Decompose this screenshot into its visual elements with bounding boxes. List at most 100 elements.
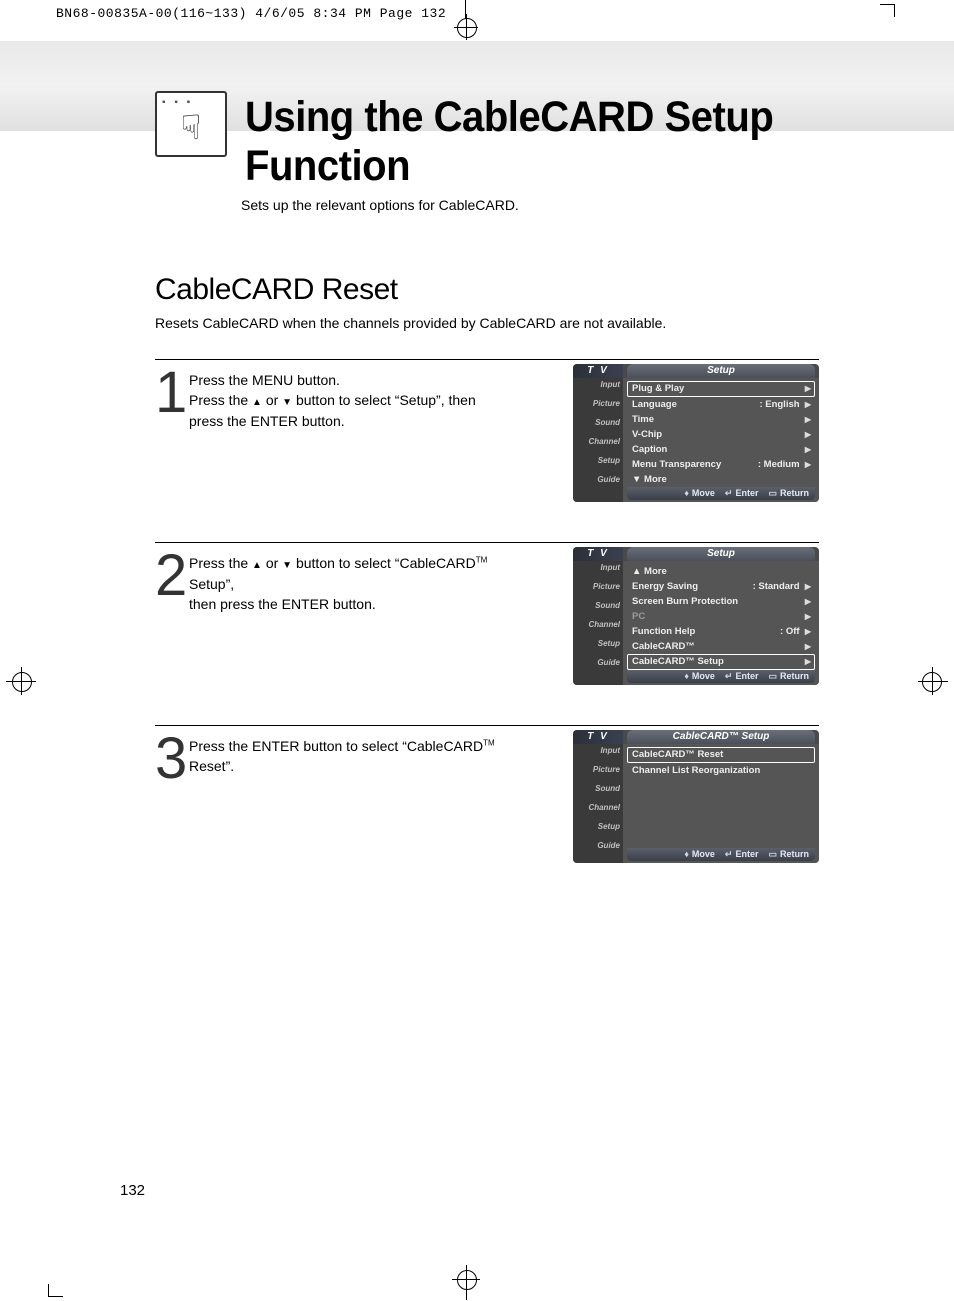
osd-row: Language: English ▶ (627, 397, 815, 412)
osd-side-item: Setup (573, 454, 623, 473)
step-number: 3 (155, 734, 189, 783)
osd-side-item: Guide (573, 839, 623, 858)
step-instructions: Press the ENTER button to select “CableC… (189, 734, 539, 777)
crop-mark (466, 1265, 467, 1300)
osd-row: Function Help: Off ▶ (627, 624, 815, 639)
osd-row: ▲ More (627, 564, 815, 579)
page-number: 132 (120, 1182, 145, 1199)
osd-title: Setup (627, 547, 815, 561)
osd-side-item: Picture (573, 580, 623, 599)
osd-side-item: Sound (573, 416, 623, 435)
crop-mark (457, 1270, 477, 1290)
text: press the ENTER button. (189, 413, 345, 429)
step-1: 1 Press the MENU button. Press the ▲ or … (155, 359, 819, 518)
print-job-header: BN68-00835A-00(116~133) 4/6/05 8:34 PM P… (0, 0, 954, 21)
osd-sidebar: Input Picture Sound Channel Setup Guide (573, 378, 623, 502)
osd-side-item: Channel (573, 435, 623, 454)
osd-footer: ♦Move ↵Enter ▭Return (627, 848, 815, 861)
osd-row: Menu Transparency: Medium ▶ (627, 457, 815, 472)
section-title: CableCARD Reset (155, 273, 819, 307)
step-number: 1 (155, 368, 189, 417)
osd-row: ▼ More (627, 472, 815, 487)
updown-icon: ♦ (684, 850, 689, 859)
osd-row: CableCARD™▶ (627, 639, 815, 654)
osd-row: Caption▶ (627, 442, 815, 457)
osd-row: Energy Saving: Standard ▶ (627, 579, 815, 594)
hand-icon: ☟ (181, 108, 202, 148)
osd-side-item: Setup (573, 637, 623, 656)
enter-icon: ↵ (725, 850, 733, 859)
right-arrow-icon: ▶ (805, 658, 811, 666)
osd-side-item: Input (573, 561, 623, 580)
right-arrow-icon: ▶ (805, 643, 811, 651)
up-triangle-icon: ▲ (252, 560, 262, 571)
right-arrow-icon: ▶ (805, 446, 811, 454)
text: Setup”, (189, 576, 234, 592)
osd-row: CableCARD™ Reset (627, 747, 815, 763)
right-arrow-icon: ▶ (805, 627, 811, 636)
section-description: Resets CableCARD when the channels provi… (155, 315, 819, 331)
osd-row: Plug & Play▶ (627, 381, 815, 397)
osd-side-item: Channel (573, 801, 623, 820)
crop-mark (880, 4, 895, 17)
page-subtitle: Sets up the relevant options for CableCA… (241, 197, 819, 213)
osd-row: Screen Burn Protection▶ (627, 594, 815, 609)
osd-tv-label: T V (573, 547, 623, 561)
osd-side-item: Guide (573, 656, 623, 675)
enter-icon: ↵ (725, 672, 733, 681)
osd-sidebar: Input Picture Sound Channel Setup Guide (573, 561, 623, 685)
osd-tv-label: T V (573, 364, 623, 378)
text: Press the (189, 555, 252, 571)
osd-screenshot-3: T V CableCARD™ Setup Input Picture Sound… (573, 730, 819, 863)
crop-mark (457, 18, 477, 38)
right-arrow-icon: ▶ (805, 431, 811, 439)
right-arrow-icon: ▶ (805, 613, 811, 621)
step-3: 3 Press the ENTER button to select “Cabl… (155, 725, 819, 884)
up-triangle-icon: ▲ (252, 397, 262, 408)
right-arrow-icon: ▶ (805, 582, 811, 591)
osd-side-item: Sound (573, 599, 623, 618)
crop-mark (48, 1284, 63, 1297)
return-icon: ▭ (768, 850, 777, 859)
text: Press the MENU button. (189, 372, 340, 388)
right-arrow-icon: ▶ (805, 400, 811, 409)
section-icon: ▪ ▪ ▪ ☟ (155, 91, 227, 157)
text: Reset”. (189, 758, 234, 774)
osd-side-item: Input (573, 744, 623, 763)
text: or (262, 392, 282, 408)
page-title: Using the CableCARD Setup Function (245, 93, 779, 191)
osd-title: CableCARD™ Setup (627, 730, 815, 744)
osd-row: V-Chip▶ (627, 427, 815, 442)
osd-side-item: Picture (573, 397, 623, 416)
right-arrow-icon: ▶ (805, 416, 811, 424)
return-icon: ▭ (768, 489, 777, 498)
return-icon: ▭ (768, 672, 777, 681)
osd-sidebar: Input Picture Sound Channel Setup Guide (573, 744, 623, 863)
right-arrow-icon: ▶ (805, 460, 811, 469)
osd-main: CableCARD™ Reset Channel List Reorganiza… (623, 744, 819, 863)
enter-icon: ↵ (725, 489, 733, 498)
step-number: 2 (155, 551, 189, 600)
osd-main: Plug & Play▶ Language: English ▶ Time▶ V… (623, 378, 819, 502)
osd-main: ▲ More Energy Saving: Standard ▶ Screen … (623, 561, 819, 685)
osd-footer: ♦Move ↵Enter ▭Return (627, 487, 815, 500)
osd-row: PC▶ (627, 609, 815, 624)
osd-side-item: Setup (573, 820, 623, 839)
osd-side-item: Input (573, 378, 623, 397)
osd-screenshot-2: T V Setup Input Picture Sound Channel Se… (573, 547, 819, 685)
osd-side-item: Sound (573, 782, 623, 801)
step-2: 2 Press the ▲ or ▼ button to select “Cab… (155, 542, 819, 701)
text: Press the (189, 392, 252, 408)
osd-footer: ♦Move ↵Enter ▭Return (627, 670, 815, 683)
osd-row: Channel List Reorganization (627, 763, 815, 778)
osd-tv-label: T V (573, 730, 623, 744)
right-arrow-icon: ▶ (805, 385, 811, 393)
text: button to select “Setup”, then (292, 392, 476, 408)
updown-icon: ♦ (684, 672, 689, 681)
osd-side-item: Channel (573, 618, 623, 637)
osd-title: Setup (627, 364, 815, 378)
right-arrow-icon: ▶ (805, 598, 811, 606)
crop-mark (466, 14, 467, 40)
text: button to select “CableCARD (292, 555, 476, 571)
osd-screenshot-1: T V Setup Input Picture Sound Channel Se… (573, 364, 819, 502)
